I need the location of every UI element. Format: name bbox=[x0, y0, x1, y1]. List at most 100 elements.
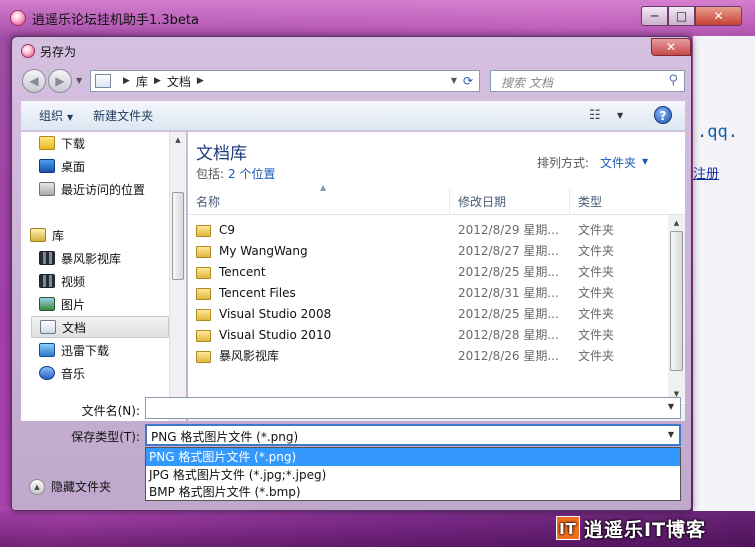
sidebar-item-label: 桌面 bbox=[61, 159, 86, 174]
view-options-icon[interactable]: ☷ bbox=[589, 108, 601, 123]
scroll-up-icon[interactable]: ▲ bbox=[170, 132, 186, 148]
file-date: 2012/8/31 星期... bbox=[458, 286, 559, 300]
filetype-select[interactable]: PNG 格式图片文件 (*.png) ▼ bbox=[145, 424, 681, 446]
search-input[interactable]: 搜索 文档 ⚲ bbox=[490, 70, 685, 92]
new-folder-button[interactable]: 新建文件夹 bbox=[83, 107, 163, 124]
background-titlebar: 逍遥乐论坛挂机助手1.3beta ─ □ ✕ bbox=[0, 0, 755, 36]
breadcrumb-chevron-icon[interactable]: ▶ bbox=[197, 76, 204, 86]
table-row[interactable]: Tencent Files 2012/8/31 星期... 文件夹 bbox=[188, 283, 678, 304]
sidebar-item-documents[interactable]: 文档 bbox=[31, 316, 169, 338]
minimize-button[interactable]: ─ bbox=[641, 6, 668, 26]
file-name-cell: My WangWang bbox=[196, 241, 308, 262]
file-name-cell: 暴风影视库 bbox=[196, 346, 279, 367]
table-row[interactable]: Tencent 2012/8/25 星期... 文件夹 bbox=[188, 262, 678, 283]
filetype-option-png[interactable]: PNG 格式图片文件 (*.png) bbox=[146, 448, 680, 466]
address-bar[interactable]: ▶ 库 ▶ 文档 ▶ ▼ ⟳ bbox=[90, 70, 480, 92]
chevron-up-icon: ▲ bbox=[29, 478, 45, 495]
forward-button[interactable]: ▶ bbox=[48, 69, 72, 93]
column-header-name[interactable]: 名称 bbox=[188, 189, 450, 215]
filetype-option-jpg[interactable]: JPG 格式图片文件 (*.jpg;*.jpeg) bbox=[146, 466, 680, 484]
sidebar-item-pictures[interactable]: 图片 bbox=[39, 293, 186, 315]
file-name-cell: Tencent bbox=[196, 262, 266, 283]
chevron-down-icon: ▼ bbox=[67, 113, 74, 122]
table-row[interactable]: My WangWang 2012/8/27 星期... 文件夹 bbox=[188, 241, 678, 262]
maximize-button[interactable]: □ bbox=[668, 6, 695, 26]
background-register-link[interactable]: 注册 bbox=[693, 163, 719, 182]
music-icon bbox=[39, 366, 55, 380]
chevron-down-icon[interactable]: ▼ bbox=[642, 157, 648, 166]
back-button[interactable]: ◀ bbox=[22, 69, 46, 93]
folder-icon bbox=[196, 350, 211, 363]
scrollbar-thumb[interactable] bbox=[172, 192, 184, 280]
sidebar-item-downloads[interactable]: 下载 bbox=[39, 132, 186, 154]
sidebar-item-libraries[interactable]: 库 bbox=[30, 224, 178, 246]
chevron-down-icon[interactable]: ▼ bbox=[668, 430, 674, 439]
scrollbar-thumb[interactable] bbox=[670, 231, 683, 371]
scroll-up-icon[interactable]: ▲ bbox=[668, 215, 685, 231]
library-location-icon bbox=[95, 74, 111, 88]
sidebar-item-label: 下载 bbox=[61, 136, 86, 151]
filetype-option-bmp[interactable]: BMP 格式图片文件 (*.bmp) bbox=[146, 483, 680, 501]
file-name: C9 bbox=[219, 223, 236, 237]
sidebar-item-video-library[interactable]: 暴风影视库 bbox=[39, 247, 186, 269]
breadcrumb-chevron-icon[interactable]: ▶ bbox=[123, 76, 130, 86]
dialog-close-button[interactable]: ✕ bbox=[651, 38, 691, 56]
sidebar-item-videos[interactable]: 视频 bbox=[39, 270, 186, 292]
file-name-cell: C9 bbox=[196, 220, 235, 241]
folder-icon bbox=[196, 308, 211, 321]
file-list-vertical-scrollbar[interactable]: ▲ ▼ bbox=[668, 215, 685, 402]
breadcrumb-library[interactable]: 库 bbox=[136, 73, 148, 90]
column-header-date[interactable]: 修改日期 bbox=[450, 189, 570, 215]
recent-pages-dropdown-icon[interactable]: ▼ bbox=[76, 76, 82, 85]
sidebar-item-music[interactable]: 音乐 bbox=[39, 362, 186, 384]
filename-label: 文件名(N): bbox=[81, 404, 140, 418]
search-placeholder: 搜索 文档 bbox=[501, 76, 553, 90]
dialog-titlebar[interactable]: 另存为 ✕ bbox=[12, 37, 691, 65]
dialog-app-icon bbox=[21, 44, 35, 58]
breadcrumb-documents[interactable]: 文档 bbox=[167, 73, 191, 90]
sidebar-item-label: 图片 bbox=[61, 297, 86, 312]
sidebar-item-desktop[interactable]: 桌面 bbox=[39, 155, 186, 177]
sidebar-item-xunlei-downloads[interactable]: 迅雷下载 bbox=[39, 339, 186, 361]
file-name-cell: Tencent Files bbox=[196, 283, 296, 304]
file-name: My WangWang bbox=[219, 244, 308, 258]
close-app-button[interactable]: ✕ bbox=[695, 6, 742, 26]
column-header-type[interactable]: 类型 bbox=[570, 189, 680, 215]
include-locations-link[interactable]: 2 个位置 bbox=[228, 167, 275, 181]
file-name: Visual Studio 2008 bbox=[219, 307, 332, 321]
navigation-bar: ◀ ▶ ▼ ▶ 库 ▶ 文档 ▶ ▼ ⟳ 搜索 文档 ⚲ bbox=[18, 67, 685, 95]
table-row[interactable]: Visual Studio 2008 2012/8/25 星期... 文件夹 bbox=[188, 304, 678, 325]
sidebar-item-label: 库 bbox=[52, 228, 65, 243]
organize-menu-button[interactable]: 组织 ▼ bbox=[29, 107, 83, 124]
video-library-icon bbox=[39, 251, 55, 265]
file-type: 文件夹 bbox=[578, 286, 615, 300]
table-row[interactable]: 暴风影视库 2012/8/26 星期... 文件夹 bbox=[188, 346, 678, 367]
help-button[interactable]: ? bbox=[654, 106, 672, 124]
search-icon[interactable]: ⚲ bbox=[668, 73, 678, 88]
watermark-logo-icon: IT bbox=[556, 516, 580, 540]
table-row[interactable]: Visual Studio 2010 2012/8/28 星期... 文件夹 bbox=[188, 325, 678, 346]
watermark: IT 逍遥乐IT博客 bbox=[556, 514, 706, 542]
sidebar-item-label: 视频 bbox=[61, 274, 86, 289]
filetype-label: 保存类型(T): bbox=[71, 430, 140, 444]
file-name: 暴风影视库 bbox=[219, 349, 280, 363]
download-folder-icon bbox=[39, 136, 55, 150]
refresh-icon[interactable]: ⟳ bbox=[459, 71, 477, 91]
arrange-by-dropdown[interactable]: 文件夹 bbox=[600, 154, 636, 171]
breadcrumb-chevron-icon[interactable]: ▶ bbox=[154, 76, 161, 86]
library-icon bbox=[30, 228, 46, 242]
address-dropdown-icon[interactable]: ▼ bbox=[451, 76, 457, 85]
sidebar-item-recent-places[interactable]: 最近访问的位置 bbox=[39, 178, 186, 200]
hide-folders-button[interactable]: ▲ 隐藏文件夹 bbox=[29, 478, 111, 495]
command-toolbar: 组织 ▼ 新建文件夹 ☷ ▼ ? bbox=[21, 101, 685, 131]
file-type: 文件夹 bbox=[578, 307, 615, 321]
file-name: Visual Studio 2010 bbox=[219, 328, 332, 342]
file-date: 2012/8/25 星期... bbox=[458, 307, 559, 321]
chevron-down-icon[interactable]: ▼ bbox=[668, 402, 674, 411]
view-dropdown-icon[interactable]: ▼ bbox=[617, 111, 623, 120]
filename-field[interactable]: ▼ bbox=[145, 397, 681, 419]
desktop-icon bbox=[39, 159, 55, 173]
table-row[interactable]: C9 2012/8/29 星期... 文件夹 bbox=[188, 220, 678, 241]
navigation-scrollbar[interactable]: ▲ ▼ bbox=[169, 132, 186, 421]
document-icon bbox=[40, 320, 56, 334]
